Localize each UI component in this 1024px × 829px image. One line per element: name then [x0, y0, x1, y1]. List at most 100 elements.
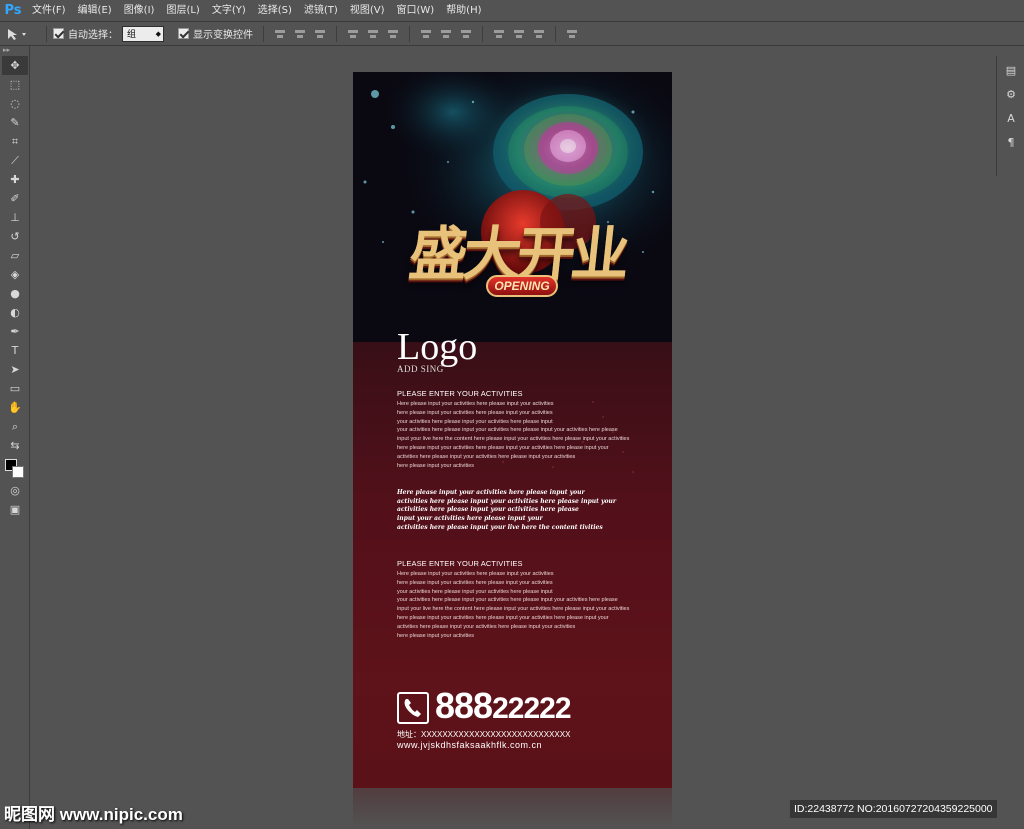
menu-edit[interactable]: 编辑(E)	[72, 0, 118, 22]
section-2-title: PLEASE ENTER YOUR ACTIVITIES	[397, 559, 523, 568]
menu-filter[interactable]: 滤镜(T)	[298, 0, 344, 22]
separator	[46, 25, 47, 42]
type-tool-icon[interactable]: T	[2, 341, 28, 360]
watermark-right: ID:22438772 NO:20160727204359225000	[790, 800, 997, 818]
script-line: Here please input your activities here p…	[397, 489, 585, 496]
align-hcenter-icon[interactable]	[366, 27, 380, 41]
eyedropper-tool-icon[interactable]: ⟋	[2, 151, 28, 170]
hand-tool-icon[interactable]: ✋	[2, 398, 28, 417]
phone-icon	[397, 692, 429, 724]
align-right-icon[interactable]	[386, 27, 400, 41]
pen-tool-icon[interactable]: ✒	[2, 322, 28, 341]
body-line: here please input your activities here p…	[397, 444, 609, 451]
section-1-title: PLEASE ENTER YOUR ACTIVITIES	[397, 389, 523, 398]
menu-window[interactable]: 窗口(W)	[390, 0, 440, 22]
phone-handset-icon	[404, 699, 421, 717]
distribute-vcenter-icon[interactable]	[439, 27, 453, 41]
panel-grip-icon[interactable]: ▸▸	[0, 46, 29, 56]
distribute-right-icon[interactable]	[532, 27, 546, 41]
marquee-tool-icon[interactable]: ⬚	[2, 75, 28, 94]
show-transform-checkbox[interactable]	[178, 28, 189, 39]
auto-select-checkbox[interactable]	[53, 28, 64, 39]
properties-panel-icon[interactable]: ⚙	[999, 84, 1023, 104]
auto-align-icon[interactable]	[565, 27, 579, 41]
menu-bar: Ps 文件(F) 编辑(E) 图像(I) 图层(L) 文字(Y) 选择(S) 滤…	[0, 0, 1024, 22]
background-color[interactable]	[12, 466, 24, 478]
path-select-tool-icon[interactable]: ➤	[2, 360, 28, 379]
website-line: www.jvjskdhsfaksaakhflk.com.cn	[397, 740, 543, 750]
separator	[555, 25, 556, 42]
align-top-icon[interactable]	[273, 27, 287, 41]
align-vcenter-icon[interactable]	[293, 27, 307, 41]
move-icon	[8, 28, 26, 40]
zoom-tool-icon[interactable]: ⌕	[2, 417, 28, 436]
menu-type[interactable]: 文字(Y)	[206, 0, 252, 22]
body-line: activities here please input your activi…	[397, 623, 576, 630]
swap-colors-icon[interactable]: ⇆	[2, 436, 28, 455]
body-line: your activities here please input your a…	[397, 588, 553, 595]
poster-canvas[interactable]: 盛大开业 OPENING Logo ADD SING PLEASE ENTER …	[353, 72, 672, 788]
dodge-tool-icon[interactable]: ◐	[2, 303, 28, 322]
body-line: Here please input your activities here p…	[397, 401, 554, 407]
distribute-bottom-icon[interactable]	[459, 27, 473, 41]
body-line: here please input your activities here p…	[397, 614, 609, 621]
quick-mask-icon[interactable]: ◎	[2, 481, 28, 500]
healing-tool-icon[interactable]: ✚	[2, 170, 28, 189]
eraser-tool-icon[interactable]: ▱	[2, 246, 28, 265]
section-1-body: Here please input your activities here p…	[397, 400, 637, 470]
screen-mode-icon[interactable]: ▣	[2, 500, 28, 519]
menu-layer[interactable]: 图层(L)	[160, 0, 205, 22]
crop-tool-icon[interactable]: ⌗	[2, 132, 28, 151]
paint-bucket-tool-icon[interactable]: ◈	[2, 265, 28, 284]
auto-select-dropdown[interactable]: 组 ◆	[122, 25, 164, 42]
distribute-left-icon[interactable]	[492, 27, 506, 41]
distribute-top-icon[interactable]	[419, 27, 433, 41]
photoshop-window: Ps 文件(F) 编辑(E) 图像(I) 图层(L) 文字(Y) 选择(S) 滤…	[0, 0, 1024, 829]
history-brush-tool-icon[interactable]: ↺	[2, 227, 28, 246]
menu-select[interactable]: 选择(S)	[252, 0, 298, 22]
script-line: activities here please input your activi…	[397, 506, 579, 514]
script-text-block: Here please input your activities here p…	[397, 489, 627, 533]
body-line: your activities here please input your a…	[397, 427, 618, 434]
move-tool-icon[interactable]: ✥	[2, 56, 28, 75]
blur-tool-icon[interactable]: ●	[2, 284, 28, 303]
character-panel-icon[interactable]: A	[999, 108, 1023, 128]
script-line: activities here please input your activi…	[397, 497, 617, 505]
options-bar: 自动选择： 组 ◆ 显示变换控件	[0, 22, 1024, 46]
color-swatches[interactable]	[2, 457, 28, 481]
align-left-icon[interactable]	[346, 27, 360, 41]
menu-image[interactable]: 图像(I)	[118, 0, 161, 22]
poster-logo-subtitle: ADD SING	[397, 364, 444, 374]
address-line: 地址：XXXXXXXXXXXXXXXXXXXXXXXXXXXX	[397, 730, 571, 739]
auto-select-label: 自动选择：	[68, 30, 118, 41]
body-line: your activities here please input your a…	[397, 418, 553, 425]
distribute-hcenter-icon[interactable]	[512, 27, 526, 41]
watermark-left: 昵图网 www.nipic.com	[4, 805, 183, 824]
section-2-body: Here please input your activities here p…	[397, 570, 637, 640]
history-panel-icon[interactable]: ▤	[999, 60, 1023, 80]
stamp-tool-icon[interactable]: ⊥	[2, 208, 28, 227]
poster-logo: Logo	[397, 326, 478, 368]
chevron-down-icon: ◆	[155, 29, 161, 38]
script-line: activities here please input your live h…	[397, 523, 603, 531]
separator	[263, 25, 264, 42]
body-line: input your live here the content here pl…	[397, 606, 630, 613]
body-line: activities here please input your activi…	[397, 453, 576, 460]
move-tool-preset[interactable]	[6, 25, 40, 43]
lasso-tool-icon[interactable]: ◌	[2, 94, 28, 113]
shape-tool-icon[interactable]: ▭	[2, 379, 28, 398]
body-line: here please input your activities here p…	[397, 579, 553, 586]
paragraph-panel-icon[interactable]: ¶	[999, 132, 1023, 152]
auto-select-value: 组	[127, 30, 137, 40]
align-bottom-icon[interactable]	[313, 27, 327, 41]
body-line: your activities here please input your a…	[397, 597, 618, 604]
body-line: Here please input your activities here p…	[397, 571, 554, 577]
brush-tool-icon[interactable]: ✐	[2, 189, 28, 208]
menu-file[interactable]: 文件(F)	[26, 0, 72, 22]
menu-help[interactable]: 帮助(H)	[440, 0, 487, 22]
menu-view[interactable]: 视图(V)	[344, 0, 391, 22]
quick-select-tool-icon[interactable]: ✎	[2, 113, 28, 132]
separator	[409, 25, 410, 42]
body-line: input your live here the content here pl…	[397, 436, 630, 443]
phone-number: 88822222	[435, 684, 572, 731]
